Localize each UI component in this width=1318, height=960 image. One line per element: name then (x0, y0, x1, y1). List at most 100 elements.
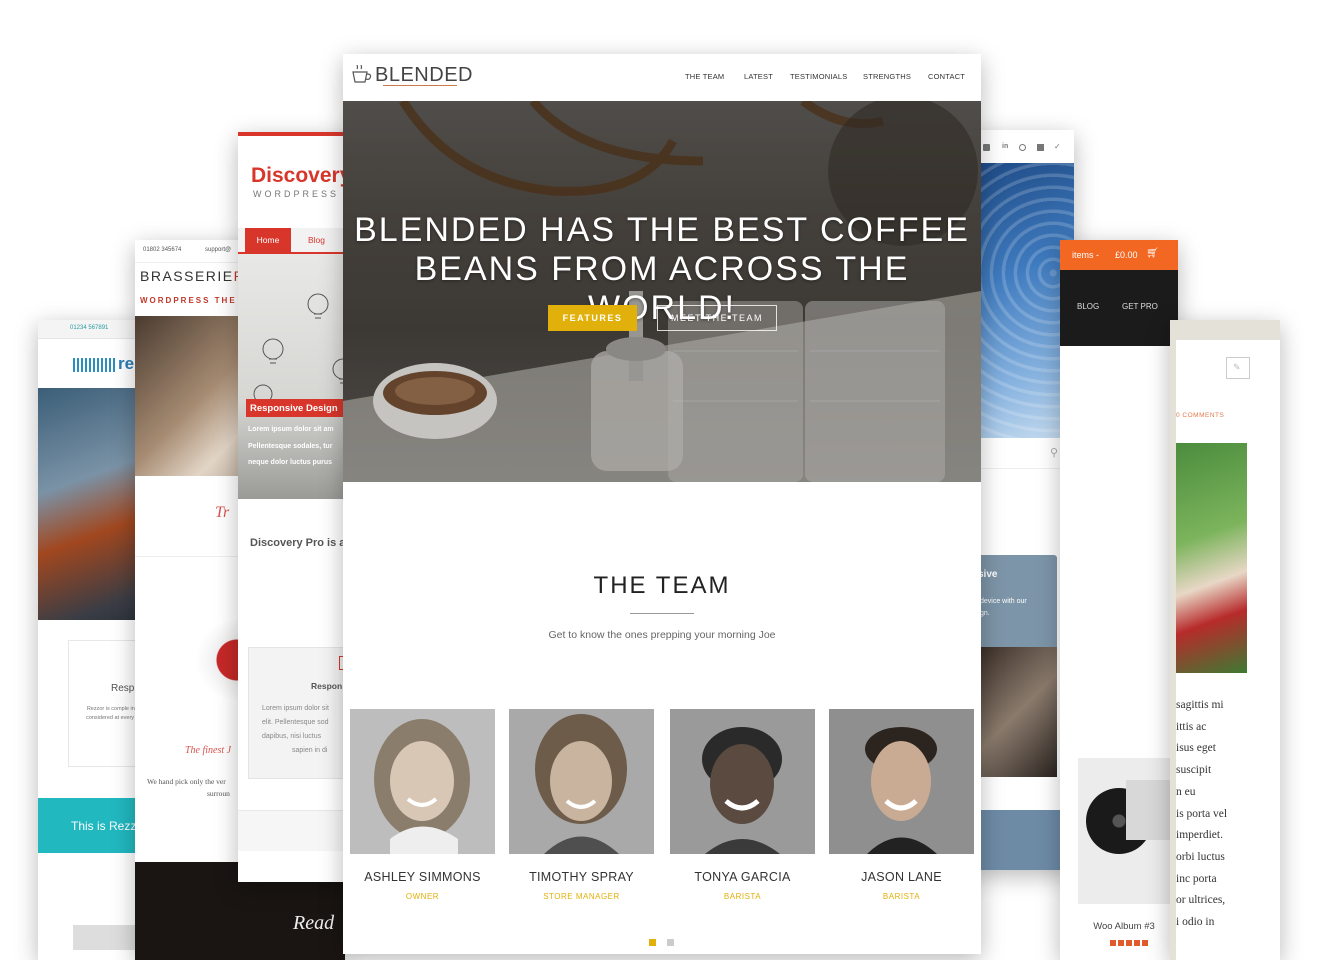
shop-cart-bar[interactable]: items - £0.00 🛒︎ (1060, 240, 1178, 270)
blog-theme-preview: ✎ 0 COMMENTS sagittis mi ittis ac isus e… (1170, 320, 1280, 960)
shop-product-title[interactable]: Woo Album #3 (1065, 921, 1178, 932)
brasserie-logo-prefix: BRASSERIE (140, 268, 234, 284)
brasserie-phone: 01802 345674 (143, 247, 182, 253)
discovery-slide-text-1: Lorem ipsum dolor sit am (248, 426, 334, 433)
blog-line: ittis ac (1176, 720, 1207, 733)
discovery-box-text-3: sapien in di (292, 747, 328, 754)
team-member-card[interactable]: ASHLEY SIMMONS OWNER (350, 709, 495, 901)
blog-body-text: sagittis mi ittis ac isus eget suscipit … (1176, 695, 1227, 934)
album-sleeve (1126, 780, 1170, 840)
youtube-icon[interactable] (983, 144, 990, 151)
edit-pencil-button[interactable]: ✎ (1226, 357, 1250, 379)
rating-stars (1110, 940, 1148, 946)
hero-headline-line-1: BLENDED HAS THE BEST COFFEE (354, 211, 970, 249)
nav-strengths[interactable]: STRENGTHS (863, 72, 911, 81)
discovery-nav-home[interactable]: Home (245, 228, 291, 252)
shop-product-image[interactable] (1078, 758, 1170, 904)
member-photo[interactable] (350, 709, 495, 854)
rezzie-phone: 01234 567891 (70, 325, 109, 331)
team-section-title: THE TEAM (593, 572, 731, 599)
brasserie-script-heading: The finest J (185, 745, 232, 756)
brasserie-logo: BRASSERIEP (140, 268, 244, 284)
blog-line: sagittis mi (1176, 699, 1224, 711)
blended-logo[interactable]: BLENDED (375, 64, 473, 87)
blog-line: isus eget (1176, 742, 1216, 755)
cart-icon[interactable]: 🛒︎ (1146, 248, 1159, 259)
member-role: BARISTA (723, 892, 762, 901)
linkedin-icon[interactable]: in (1002, 143, 1008, 150)
slider-dot-active[interactable] (649, 939, 656, 946)
wave-search-bar[interactable]: ⚲ (970, 438, 1074, 469)
brasserie-body-text-2: surroun (207, 789, 230, 798)
blog-line: suscipit (1176, 764, 1212, 777)
rezzie-logo-mark (73, 358, 115, 372)
portrait-illustration (350, 709, 495, 854)
brasserie-footer-script: Read (293, 912, 335, 934)
discovery-slide-title: Responsive Design (250, 403, 338, 414)
discovery-box-text-2: dapibus, nisi luctus (262, 733, 322, 740)
member-photo[interactable] (829, 709, 974, 854)
nav-the-team[interactable]: THE TEAM (685, 72, 724, 81)
team-member-card[interactable]: TONYA GARCIA BARISTA (670, 709, 815, 901)
member-name: JASON LANE (861, 870, 942, 884)
team-member-card[interactable]: TIMOTHY SPRAY STORE MANAGER (509, 709, 654, 901)
shop-nav-blog[interactable]: BLOG (1077, 302, 1099, 311)
wave-panel-text-1: device with our (980, 598, 1027, 605)
discovery-box-text-0: Lorem ipsum dolor sit (262, 705, 329, 712)
member-role: STORE MANAGER (543, 892, 620, 901)
blog-line: orbi luctus (1176, 850, 1225, 863)
coffee-cup-icon (352, 65, 372, 83)
rezzie-logo-text: re (118, 354, 135, 373)
wave-panel-photo (980, 647, 1057, 777)
wave-feature-panel: sive device with our gn. (970, 555, 1057, 777)
discovery-tagline: WORDPRESS (253, 189, 340, 199)
member-photo[interactable] (670, 709, 815, 854)
blended-header: BLENDED THE TEAM LATEST TESTIMONIALS STR… (343, 54, 981, 101)
shop-nav: BLOG GET PRO (1060, 270, 1178, 346)
slider-dot[interactable] (667, 939, 674, 946)
member-role: OWNER (405, 892, 440, 901)
pinterest-icon[interactable] (1019, 144, 1026, 151)
blended-hero: BLENDED HAS THE BEST COFFEE BEANS FROM A… (343, 101, 981, 482)
blog-line: or ultrices, (1176, 894, 1226, 907)
discovery-box-text-1: elit. Pellentesque sod (262, 719, 329, 726)
portrait-illustration (670, 709, 815, 854)
discovery-slide-text-3: neque dolor luctus purus (248, 459, 333, 466)
cart-price[interactable]: £0.00 (1115, 250, 1138, 260)
member-name: ASHLEY SIMMONS (364, 870, 481, 884)
nav-contact[interactable]: CONTACT (928, 72, 965, 81)
blended-theme-preview: BLENDED THE TEAM LATEST TESTIMONIALS STR… (343, 54, 981, 954)
rezzie-card-title: Resp (111, 683, 135, 694)
wave-panel-text-2: gn. (980, 610, 990, 617)
portrait-illustration (509, 709, 654, 854)
team-title-divider (630, 613, 694, 614)
member-role: BARISTA (882, 892, 921, 901)
member-photo[interactable] (509, 709, 654, 854)
features-button[interactable]: FEATURES (548, 305, 637, 331)
team-member-card[interactable]: JASON LANE BARISTA (829, 709, 974, 901)
blog-comments-count[interactable]: 0 COMMENTS (1176, 412, 1224, 419)
portrait-illustration (829, 709, 974, 854)
twitter-icon[interactable]: ✓ (1054, 142, 1061, 151)
logo-underline (383, 85, 457, 86)
cart-label[interactable]: items - (1072, 250, 1099, 260)
facebook-icon[interactable] (1037, 144, 1044, 151)
discovery-nav-blog[interactable]: Blog (308, 235, 325, 245)
nav-testimonials[interactable]: TESTIMONIALS (790, 72, 847, 81)
discovery-intro: Discovery Pro is a (250, 537, 346, 549)
discovery-slide-text-2: Pellentesque sodales, tur (248, 443, 333, 450)
shop-nav-getpro[interactable]: GET PRO (1122, 302, 1158, 311)
discovery-box-title: Respon (311, 681, 343, 691)
blog-content: ✎ 0 COMMENTS sagittis mi ittis ac isus e… (1176, 340, 1280, 960)
rezzie-footer-image (73, 925, 143, 950)
wave-hero-photo (970, 163, 1074, 438)
brasserie-body-text-1: We hand pick only the ver (147, 777, 226, 786)
member-name: TONYA GARCIA (694, 870, 791, 884)
meet-the-team-button[interactable]: MEET THE TEAM (657, 305, 777, 331)
search-icon[interactable]: ⚲ (1050, 446, 1058, 459)
blog-line: i odio in (1176, 916, 1215, 929)
brasserie-email: support@ (205, 247, 232, 253)
rezzie-banner-text: This is Rezz (71, 819, 137, 833)
brasserie-tagline: WORDPRESS THE (140, 296, 237, 305)
nav-latest[interactable]: LATEST (744, 72, 773, 81)
